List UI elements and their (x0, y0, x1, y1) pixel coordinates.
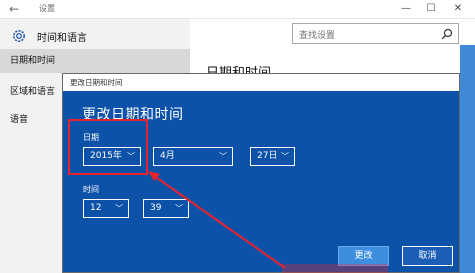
annotation-arrow-icon (148, 171, 388, 273)
